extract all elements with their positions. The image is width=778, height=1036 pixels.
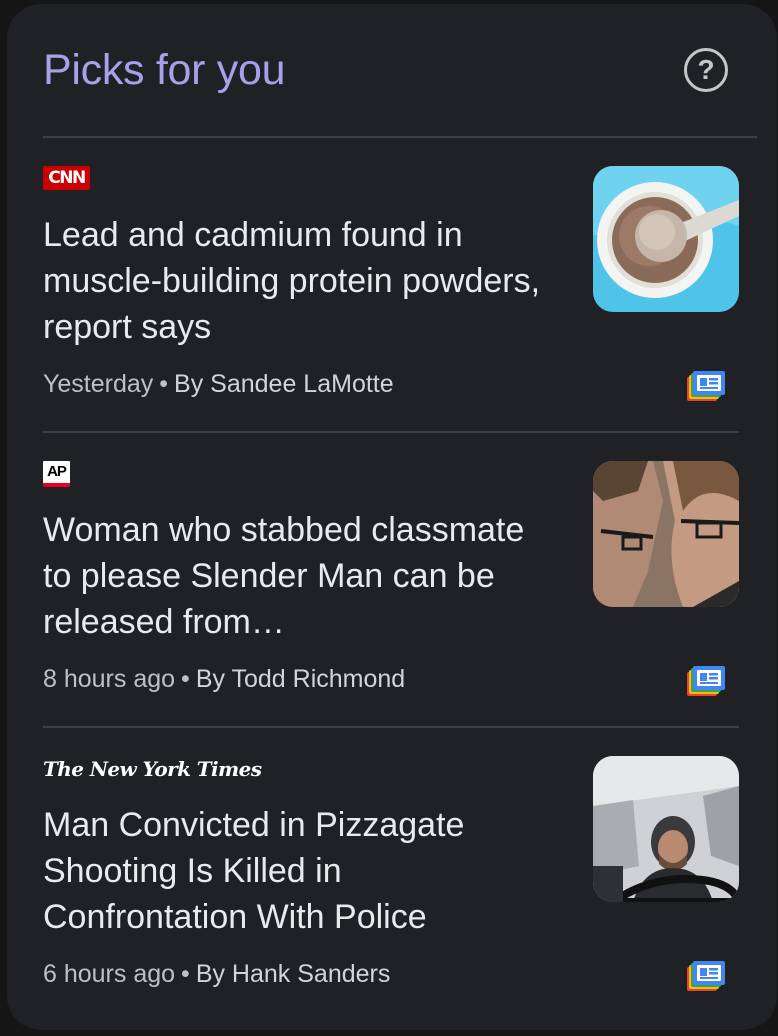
story-card[interactable]: AP Woman who stabbed classmate to please… (43, 461, 739, 741)
story-thumbnail[interactable] (593, 166, 739, 312)
ap-logo: AP (43, 461, 70, 487)
story-author: By Hank Sanders (195, 960, 391, 988)
story-card[interactable]: The New York Times Man Convicted in Pizz… (43, 756, 739, 1036)
story-headline[interactable]: Lead and cadmium found in muscle-buildin… (43, 212, 543, 350)
nyt-logo: The New York Times (43, 757, 262, 781)
story-thumbnail[interactable] (593, 756, 739, 902)
man-in-car-image (593, 756, 739, 902)
source-logo: The New York Times (43, 756, 262, 784)
google-news-icon[interactable] (687, 369, 727, 403)
google-news-icon[interactable] (687, 664, 727, 698)
source-logo: AP (43, 461, 70, 489)
story-time: 6 hours ago (43, 960, 176, 988)
story-card[interactable]: CNN Lead and cadmium found in muscle-bui… (43, 166, 739, 446)
help-icon[interactable]: ? (684, 48, 728, 92)
help-icon-glyph: ? (697, 54, 715, 85)
cnn-logo: CNN (43, 166, 90, 190)
meta-separator: • (181, 960, 190, 988)
story-headline[interactable]: Man Convicted in Pizzagate Shooting Is K… (43, 802, 543, 940)
story-thumbnail[interactable] (593, 461, 739, 607)
header-divider (43, 136, 757, 138)
story-headline[interactable]: Woman who stabbed classmate to please Sl… (43, 507, 543, 645)
google-news-icon[interactable] (687, 959, 727, 993)
story-meta: 8 hours ago • By Todd Richmond (43, 662, 405, 696)
story-meta: Yesterday • By Sandee LaMotte (43, 367, 394, 401)
story-divider (43, 726, 739, 728)
meta-separator: • (181, 665, 190, 693)
story-meta: 6 hours ago • By Hank Sanders (43, 957, 390, 991)
story-divider (43, 431, 739, 433)
story-author: By Sandee LaMotte (174, 370, 394, 398)
story-author: By Todd Richmond (195, 665, 406, 693)
story-time: Yesterday (43, 370, 154, 398)
courtroom-profile-image (593, 461, 739, 607)
card-header: Picks for you ? (43, 42, 737, 102)
card-title: Picks for you (43, 46, 286, 94)
source-logo: CNN (43, 166, 90, 194)
picks-for-you-card: Picks for you ? CNN Lead and cadmium fou… (7, 4, 777, 1030)
story-time: 8 hours ago (43, 665, 176, 693)
meta-separator: • (159, 370, 169, 398)
protein-powder-image (593, 166, 739, 312)
